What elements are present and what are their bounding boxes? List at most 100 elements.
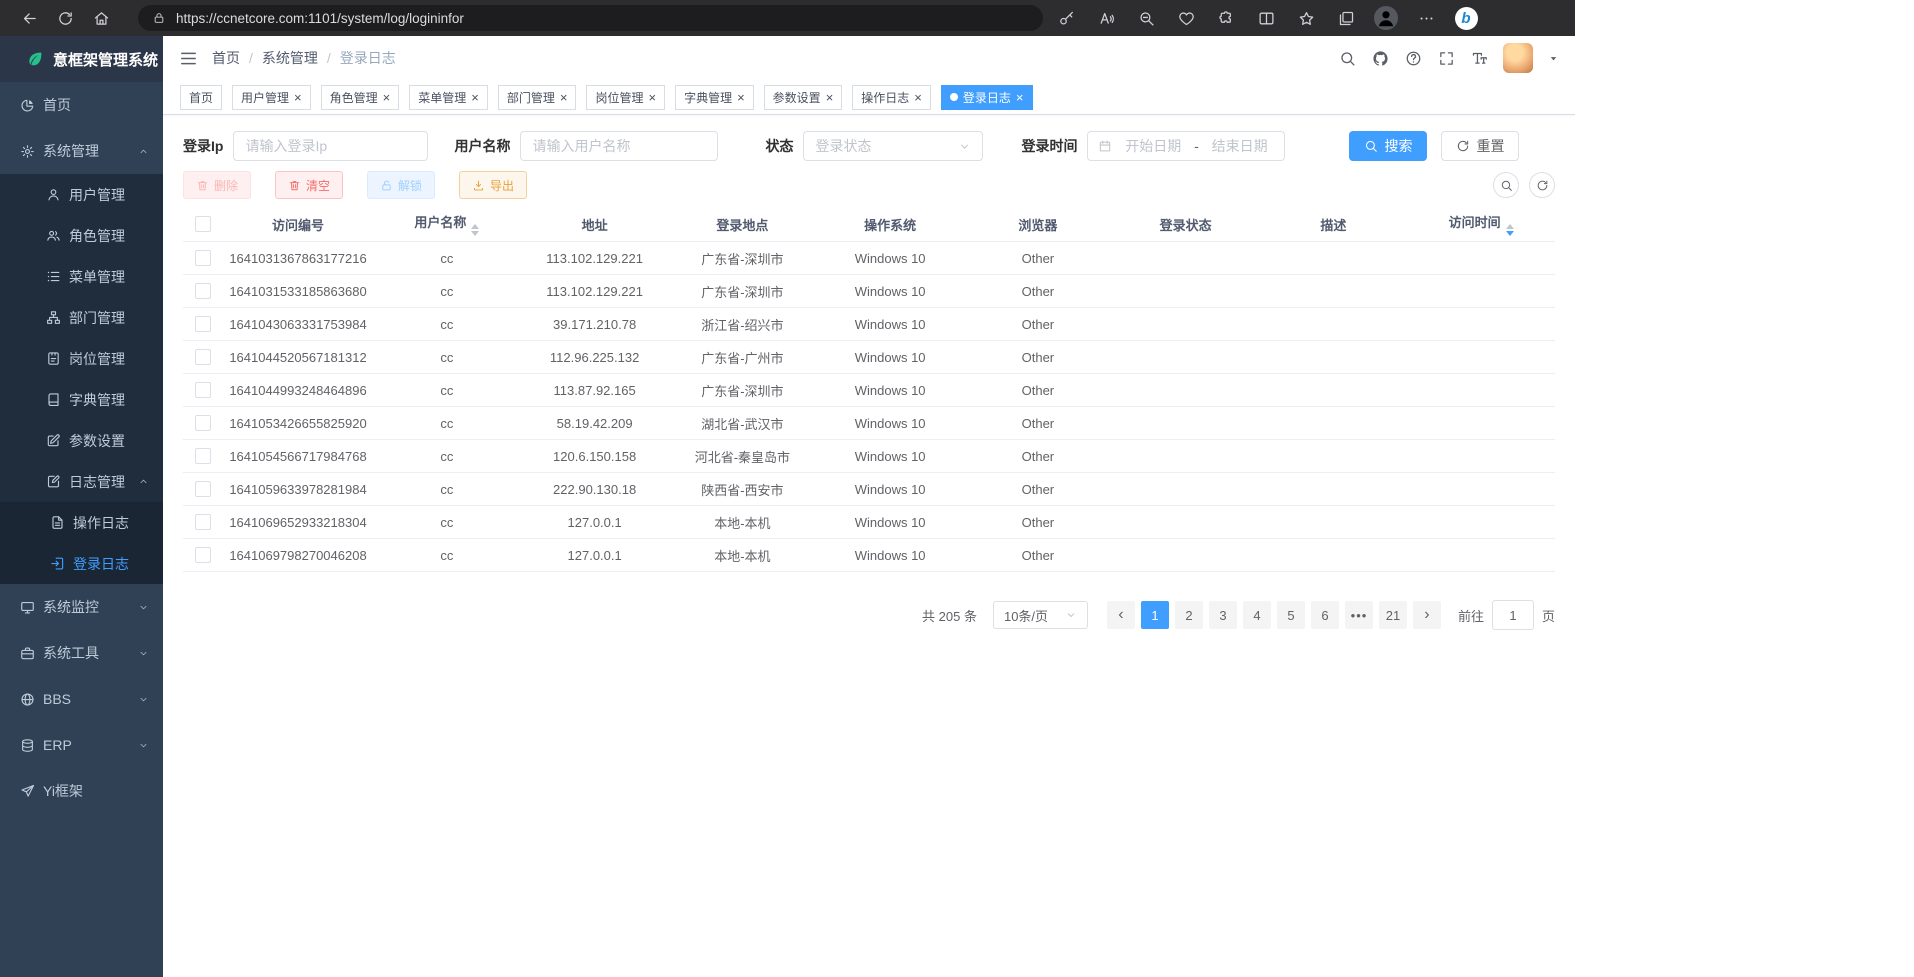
read-aloud-button[interactable]: [1093, 4, 1119, 32]
refresh-button[interactable]: [1529, 172, 1555, 198]
next-page-button[interactable]: ›: [1413, 601, 1441, 629]
page-size-select[interactable]: 10条/页: [993, 601, 1088, 629]
date-range-picker[interactable]: 开始日期 - 结束日期: [1087, 131, 1285, 161]
close-tab-icon[interactable]: ×: [471, 91, 479, 104]
split-screen-button[interactable]: [1253, 4, 1279, 32]
unlock-button[interactable]: 解锁: [367, 171, 435, 199]
back-button[interactable]: [14, 3, 44, 33]
close-tab-icon[interactable]: ×: [560, 91, 568, 104]
sidebar-item-15[interactable]: BBS: [0, 676, 163, 722]
sidebar-item-16[interactable]: ERP: [0, 722, 163, 768]
search-button[interactable]: 搜索: [1349, 131, 1427, 161]
column-header-9[interactable]: 访问时间: [1407, 207, 1555, 242]
tab-7[interactable]: 字典管理×: [675, 85, 754, 110]
close-tab-icon[interactable]: ×: [737, 91, 745, 104]
prev-page-button[interactable]: ‹: [1107, 601, 1135, 629]
sidebar-item-11[interactable]: 操作日志: [0, 502, 163, 543]
breadcrumb-item-2[interactable]: 系统管理: [262, 48, 318, 68]
delete-button[interactable]: 删除: [183, 171, 251, 199]
passwords-button[interactable]: [1053, 4, 1079, 32]
close-tab-icon[interactable]: ×: [914, 91, 922, 104]
username-input[interactable]: [520, 131, 718, 161]
row-checkbox[interactable]: [195, 283, 211, 299]
close-tab-icon[interactable]: ×: [826, 91, 834, 104]
refresh-button[interactable]: [50, 3, 80, 33]
login-ip-input[interactable]: [233, 131, 428, 161]
row-checkbox[interactable]: [195, 250, 211, 266]
bing-button[interactable]: b: [1453, 4, 1479, 32]
tab-5[interactable]: 部门管理×: [498, 85, 577, 110]
more-button[interactable]: [1413, 4, 1439, 32]
sidebar-item-4[interactable]: 角色管理: [0, 215, 163, 256]
close-tab-icon[interactable]: ×: [648, 91, 656, 104]
row-checkbox[interactable]: [195, 349, 211, 365]
goto-page-input[interactable]: [1492, 600, 1534, 630]
sidebar-item-9[interactable]: 参数设置: [0, 420, 163, 461]
tab-2[interactable]: 用户管理×: [232, 85, 311, 110]
breadcrumb-item-3[interactable]: 登录日志: [340, 48, 396, 68]
select-all-checkbox[interactable]: [195, 216, 211, 232]
favorites-button[interactable]: [1293, 4, 1319, 32]
sidebar-item-7[interactable]: 岗位管理: [0, 338, 163, 379]
row-checkbox[interactable]: [195, 547, 211, 563]
more-pages-button[interactable]: •••: [1345, 601, 1373, 629]
page-button-3[interactable]: 3: [1209, 601, 1237, 629]
sidebar-item-2[interactable]: 系统管理: [0, 128, 163, 174]
status-select[interactable]: 登录状态: [803, 131, 983, 161]
tab-10[interactable]: 登录日志×: [941, 85, 1033, 110]
zoom-button[interactable]: [1133, 4, 1159, 32]
sort-icon[interactable]: [471, 224, 479, 236]
font-size-button[interactable]: [1471, 50, 1488, 67]
export-button[interactable]: 导出: [459, 171, 527, 199]
sidebar-item-8[interactable]: 字典管理: [0, 379, 163, 420]
page-button-1[interactable]: 1: [1141, 601, 1169, 629]
tab-3[interactable]: 角色管理×: [321, 85, 400, 110]
page-button-5[interactable]: 5: [1277, 601, 1305, 629]
sidebar-item-1[interactable]: 首页: [0, 82, 163, 128]
page-button-6[interactable]: 6: [1311, 601, 1339, 629]
column-header-2[interactable]: 用户名称: [373, 207, 521, 242]
clear-button[interactable]: 清空: [275, 171, 343, 199]
sidebar-item-13[interactable]: 系统监控: [0, 584, 163, 630]
search-button[interactable]: [1493, 172, 1519, 198]
row-checkbox[interactable]: [195, 514, 211, 530]
sidebar-toggle-icon[interactable]: [179, 49, 198, 68]
close-tab-icon[interactable]: ×: [383, 91, 391, 104]
sidebar-item-6[interactable]: 部门管理: [0, 297, 163, 338]
browser-essentials-button[interactable]: [1173, 4, 1199, 32]
row-checkbox[interactable]: [195, 382, 211, 398]
sidebar-item-5[interactable]: 菜单管理: [0, 256, 163, 297]
tab-9[interactable]: 操作日志×: [852, 85, 931, 110]
reset-button[interactable]: 重置: [1441, 131, 1519, 161]
row-checkbox[interactable]: [195, 316, 211, 332]
search-button[interactable]: [1339, 50, 1356, 67]
github-button[interactable]: [1372, 50, 1389, 67]
user-avatar[interactable]: [1503, 43, 1533, 73]
sort-icon[interactable]: [1506, 224, 1514, 236]
extensions-button[interactable]: [1213, 4, 1239, 32]
home-button[interactable]: [86, 3, 116, 33]
close-tab-icon[interactable]: ×: [294, 91, 302, 104]
row-checkbox[interactable]: [195, 481, 211, 497]
tab-1[interactable]: 首页: [180, 85, 222, 110]
fullscreen-button[interactable]: [1438, 50, 1455, 67]
sidebar-item-14[interactable]: 系统工具: [0, 630, 163, 676]
sidebar-item-10[interactable]: 日志管理: [0, 461, 163, 502]
profile-button[interactable]: [1373, 4, 1399, 32]
help-button[interactable]: [1405, 50, 1422, 67]
collections-button[interactable]: [1333, 4, 1359, 32]
tab-8[interactable]: 参数设置×: [764, 85, 843, 110]
breadcrumb-item-1[interactable]: 首页: [212, 48, 240, 68]
page-button-2[interactable]: 2: [1175, 601, 1203, 629]
address-bar[interactable]: https://ccnetcore.com:1101/system/log/lo…: [138, 5, 1043, 31]
page-button-4[interactable]: 4: [1243, 601, 1271, 629]
page-button-8[interactable]: 21: [1379, 601, 1407, 629]
close-tab-icon[interactable]: ×: [1016, 91, 1024, 104]
row-checkbox[interactable]: [195, 448, 211, 464]
sidebar-item-3[interactable]: 用户管理: [0, 174, 163, 215]
tab-6[interactable]: 岗位管理×: [586, 85, 665, 110]
sidebar-item-12[interactable]: 登录日志: [0, 543, 163, 584]
tab-4[interactable]: 菜单管理×: [409, 85, 488, 110]
row-checkbox[interactable]: [195, 415, 211, 431]
sidebar-item-17[interactable]: Yi框架: [0, 768, 163, 814]
